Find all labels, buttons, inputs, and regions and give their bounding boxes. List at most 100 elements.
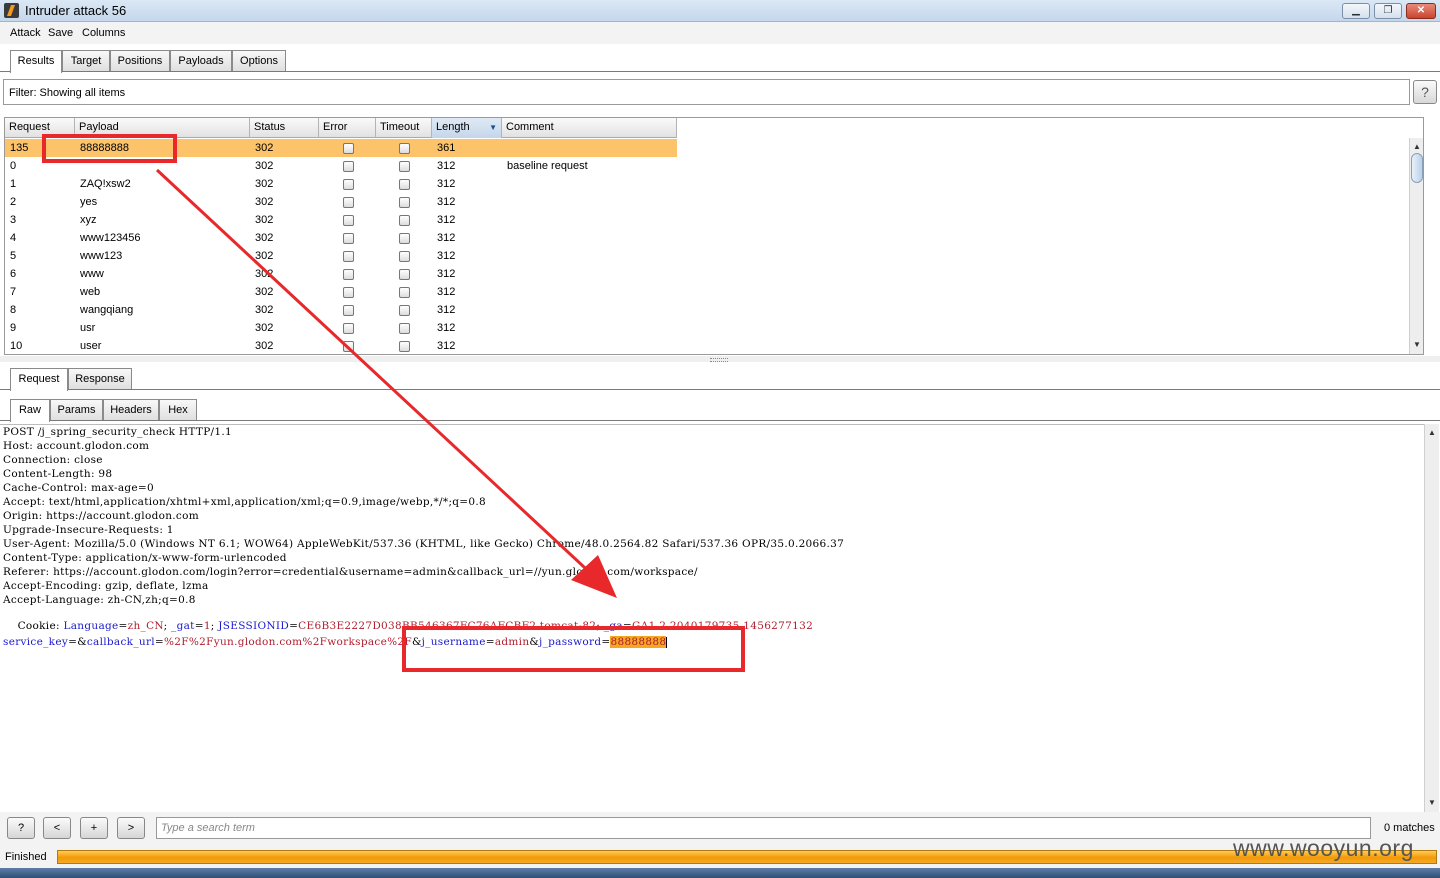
cell-length: 312 bbox=[437, 268, 456, 280]
col-timeout[interactable]: Timeout bbox=[376, 118, 432, 138]
table-scrollbar[interactable]: ▲ ▼ bbox=[1409, 138, 1423, 354]
error-checkbox bbox=[343, 233, 354, 244]
col-status[interactable]: Status bbox=[250, 118, 319, 138]
error-checkbox bbox=[343, 287, 354, 298]
table-row[interactable]: 9 usr 302 312 bbox=[5, 319, 677, 337]
col-length-label: Length bbox=[436, 121, 470, 133]
header-line: Origin: https://account.glodon.com bbox=[3, 510, 199, 522]
cell-status: 302 bbox=[255, 214, 274, 226]
cell-request: 6 bbox=[10, 268, 17, 280]
tab-raw[interactable]: Raw bbox=[10, 399, 50, 422]
cell-status: 302 bbox=[255, 196, 274, 208]
col-length[interactable]: Length ▼ bbox=[432, 118, 502, 138]
header-line: Accept-Encoding: gzip, deflate, lzma bbox=[3, 580, 209, 592]
tab-response[interactable]: Response bbox=[68, 368, 132, 390]
header-value: close bbox=[74, 454, 103, 466]
cookie-0-value: zh_CN bbox=[127, 620, 164, 632]
maximize-icon[interactable]: ❐ bbox=[1374, 3, 1402, 19]
tab-options[interactable]: Options bbox=[232, 50, 286, 72]
col-error[interactable]: Error bbox=[319, 118, 376, 138]
menu-columns[interactable]: Columns bbox=[82, 27, 125, 39]
header-name: Cache-Control bbox=[3, 482, 84, 494]
main-tab-row: Results Target Positions Payloads Option… bbox=[0, 48, 1440, 73]
tab-headers[interactable]: Headers bbox=[103, 399, 159, 421]
cell-request: 10 bbox=[10, 340, 23, 352]
cell-request: 8 bbox=[10, 304, 17, 316]
cell-request: 135 bbox=[10, 142, 29, 154]
taskbar bbox=[0, 868, 1440, 878]
editor-scroll-down-icon[interactable]: ▼ bbox=[1425, 796, 1439, 810]
header-line: Connection: close bbox=[3, 454, 103, 466]
cell-status: 302 bbox=[255, 178, 274, 190]
cell-length: 312 bbox=[437, 340, 456, 352]
help-icon[interactable]: ? bbox=[1413, 80, 1437, 104]
header-name: Host bbox=[3, 440, 30, 452]
search-help-button[interactable]: ? bbox=[7, 817, 35, 839]
tab-target[interactable]: Target bbox=[62, 50, 110, 72]
tab-results[interactable]: Results bbox=[10, 50, 62, 73]
header-name: Accept-Language bbox=[3, 594, 101, 606]
tab-positions[interactable]: Positions bbox=[110, 50, 170, 72]
timeout-checkbox bbox=[399, 143, 410, 154]
timeout-checkbox bbox=[399, 179, 410, 190]
header-value: 98 bbox=[98, 468, 113, 480]
watermark: www.wooyun.org bbox=[1233, 835, 1414, 861]
tab-hex[interactable]: Hex bbox=[159, 399, 197, 421]
editor-scrollbar[interactable]: ▲ ▼ bbox=[1424, 424, 1439, 812]
header-value: zh-CN,zh;q=0.8 bbox=[107, 594, 196, 606]
tab-params[interactable]: Params bbox=[50, 399, 103, 421]
cell-status: 302 bbox=[255, 304, 274, 316]
table-row[interactable]: 1 ZAQ!xsw2 302 312 bbox=[5, 175, 677, 193]
search-prev-button[interactable]: < bbox=[43, 817, 71, 839]
header-line: Accept-Language: zh-CN,zh;q=0.8 bbox=[3, 594, 196, 606]
cell-payload: www123456 bbox=[80, 232, 141, 244]
scroll-down-icon[interactable]: ▼ bbox=[1410, 338, 1423, 352]
detail-tab-row: Request Response bbox=[0, 366, 1440, 391]
timeout-checkbox bbox=[399, 269, 410, 280]
close-icon[interactable]: ✕ bbox=[1406, 3, 1436, 19]
window-title: Intruder attack 56 bbox=[25, 3, 127, 18]
tab-payloads[interactable]: Payloads bbox=[170, 50, 232, 72]
cell-request: 0 bbox=[10, 160, 17, 172]
title-bar: Intruder attack 56 ▁ ❐ ✕ bbox=[0, 0, 1440, 22]
timeout-checkbox bbox=[399, 305, 410, 316]
status-text: Finished bbox=[5, 851, 47, 863]
search-next-button[interactable]: > bbox=[117, 817, 145, 839]
filter-bar[interactable]: Filter: Showing all items bbox=[3, 79, 1410, 105]
menu-save[interactable]: Save bbox=[48, 27, 73, 39]
pane-splitter[interactable] bbox=[0, 356, 1440, 362]
header-value: application/x-www-form-urlencoded bbox=[85, 552, 287, 564]
header-value: 1 bbox=[166, 524, 174, 536]
minimize-icon[interactable]: ▁ bbox=[1342, 3, 1370, 19]
scroll-thumb[interactable] bbox=[1411, 153, 1423, 183]
menu-attack[interactable]: Attack bbox=[10, 27, 41, 39]
tab-request[interactable]: Request bbox=[10, 368, 68, 391]
editor-scroll-up-icon[interactable]: ▲ bbox=[1425, 426, 1439, 440]
scroll-up-icon[interactable]: ▲ bbox=[1410, 140, 1423, 154]
cookie-label: Cookie bbox=[17, 620, 56, 632]
cell-length: 312 bbox=[437, 178, 456, 190]
col-comment[interactable]: Comment bbox=[502, 118, 677, 138]
search-bar: ? < + > Type a search term 0 matches bbox=[0, 812, 1440, 846]
table-row[interactable]: 3 xyz 302 312 bbox=[5, 211, 677, 229]
error-checkbox bbox=[343, 143, 354, 154]
table-row[interactable]: 2 yes 302 312 bbox=[5, 193, 677, 211]
body-1-name: callback_url bbox=[86, 636, 155, 648]
cell-status: 302 bbox=[255, 268, 274, 280]
cell-payload: ZAQ!xsw2 bbox=[80, 178, 131, 190]
table-row[interactable]: 8 wangqiang 302 312 bbox=[5, 301, 677, 319]
timeout-checkbox bbox=[399, 197, 410, 208]
search-input[interactable]: Type a search term bbox=[156, 817, 1371, 839]
search-add-button[interactable]: + bbox=[80, 817, 108, 839]
table-row[interactable]: 4 www123456 302 312 bbox=[5, 229, 677, 247]
cell-length: 361 bbox=[437, 142, 456, 154]
cell-status: 302 bbox=[255, 250, 274, 262]
cell-status: 302 bbox=[255, 322, 274, 334]
burp-app-icon bbox=[4, 3, 19, 18]
request-editor[interactable]: POST /j_spring_security_check HTTP/1.1 H… bbox=[0, 424, 1424, 812]
table-row[interactable]: 10 user 302 312 bbox=[5, 337, 677, 354]
body-1-value: %2F%2Fyun.glodon.com%2Fworkspace%2F bbox=[164, 636, 412, 648]
table-row[interactable]: 5 www123 302 312 bbox=[5, 247, 677, 265]
table-row[interactable]: 7 web 302 312 bbox=[5, 283, 677, 301]
table-row[interactable]: 6 www 302 312 bbox=[5, 265, 677, 283]
